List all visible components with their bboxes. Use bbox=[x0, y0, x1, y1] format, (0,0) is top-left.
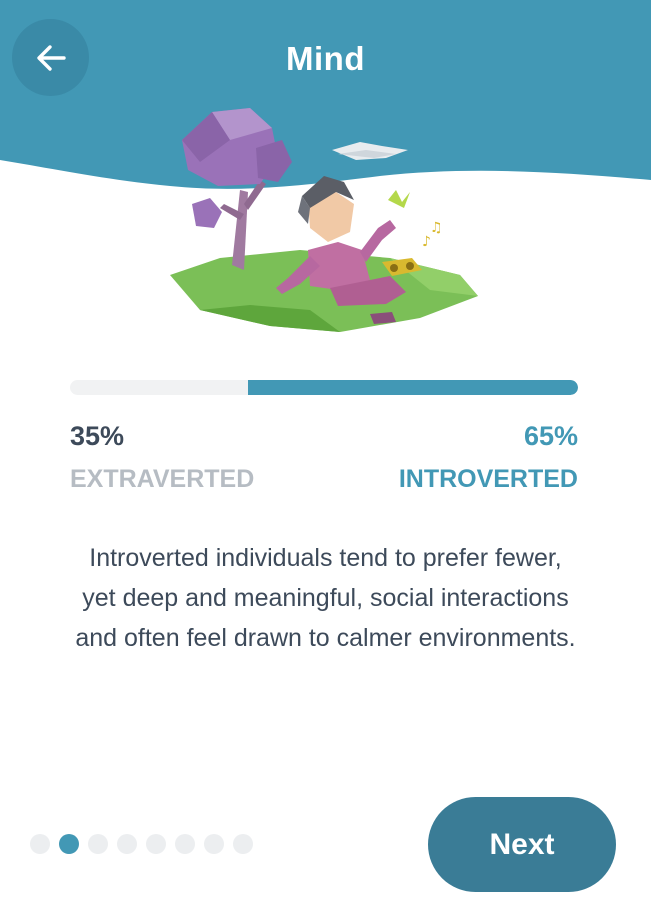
page-indicator bbox=[30, 834, 253, 854]
page-dot bbox=[175, 834, 195, 854]
page-dot bbox=[30, 834, 50, 854]
introvert-illustration: ♪ ♫ bbox=[170, 108, 478, 332]
page-dot bbox=[117, 834, 137, 854]
extraverted-label: EXTRAVERTED bbox=[70, 465, 255, 493]
trait-progress-bar bbox=[70, 380, 578, 395]
page-title: Mind bbox=[286, 40, 365, 77]
page-dot bbox=[233, 834, 253, 854]
next-button[interactable]: Next bbox=[428, 797, 616, 892]
page-dot bbox=[204, 834, 224, 854]
svg-text:♫: ♫ bbox=[430, 220, 443, 236]
extraverted-percent: 35% bbox=[70, 421, 125, 451]
svg-text:♪: ♪ bbox=[422, 234, 431, 250]
page-dot-active bbox=[59, 834, 79, 854]
introverted-percent: 65% bbox=[523, 421, 578, 451]
page-dot bbox=[146, 834, 166, 854]
description-line: yet deep and meaningful, social interact… bbox=[82, 584, 569, 612]
description-line: and often feel drawn to calmer environme… bbox=[75, 624, 576, 652]
introverted-label: INTROVERTED bbox=[398, 465, 578, 493]
page-dot bbox=[88, 834, 108, 854]
description-line: Introverted individuals tend to prefer f… bbox=[89, 544, 562, 572]
trait-description: Introverted individuals tend to prefer f… bbox=[20, 538, 631, 658]
trait-progress-fill bbox=[247, 380, 578, 395]
